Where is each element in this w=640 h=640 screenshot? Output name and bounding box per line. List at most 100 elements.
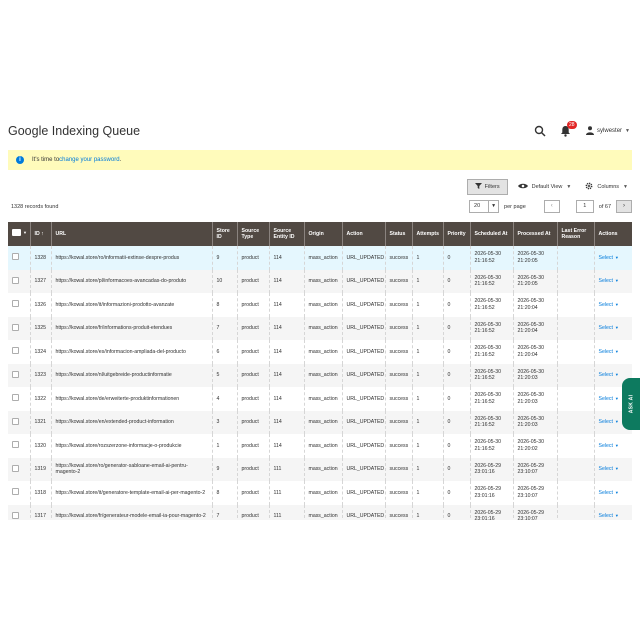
- cell-scheduled: 2026-05-29 23:01:16: [469, 457, 513, 481]
- cell-type: product: [236, 481, 269, 505]
- table-row[interactable]: 1326 https://kowal.store/it/informazioni-…: [8, 293, 632, 317]
- column-header[interactable]: Last Error Reason: [556, 222, 594, 246]
- cell-scheduled: 2026-05-30 21:16:52: [469, 246, 513, 270]
- cell-attempts: 1: [411, 410, 443, 434]
- table-row[interactable]: 1325 https://kowal.store/fr/informations-…: [8, 316, 632, 340]
- row-select-action[interactable]: Select ▼: [599, 513, 619, 519]
- cell-processed: 2026-05-30 21:20:05: [512, 269, 557, 293]
- table-row[interactable]: 1323 https://kowal.store/nl/uitgebreide-p…: [8, 363, 632, 387]
- ask-ai-button[interactable]: ASK AI: [622, 378, 640, 430]
- column-header[interactable]: Action: [341, 222, 385, 246]
- row-select-action[interactable]: Select ▼: [599, 302, 619, 308]
- cell-entity: 111: [268, 504, 304, 520]
- filters-button[interactable]: Filters: [466, 179, 508, 195]
- cell-actions: Select ▼: [593, 481, 632, 505]
- column-header[interactable]: Source Type: [236, 222, 269, 246]
- row-checkbox[interactable]: [12, 370, 19, 378]
- row-checkbox[interactable]: [12, 276, 19, 284]
- row-select-action[interactable]: Select ▼: [599, 396, 619, 402]
- column-header[interactable]: Source Entity ID: [268, 222, 304, 246]
- cell-url: https://kowal.store/ro/informatii-extins…: [50, 246, 212, 270]
- cell-type: product: [236, 293, 269, 317]
- row-checkbox[interactable]: [12, 323, 19, 331]
- table-row[interactable]: 1318 https://kowal.store/it/generatore-te…: [8, 481, 632, 505]
- row-select-action[interactable]: Select ▼: [599, 466, 619, 472]
- column-header[interactable]: Status: [384, 222, 412, 246]
- total-pages: of 67: [598, 203, 611, 210]
- cell-url: https://kowal.store/de/erweiterte-produk…: [50, 387, 212, 411]
- row-checkbox[interactable]: [12, 511, 19, 519]
- cell-id: 1325: [29, 316, 51, 340]
- column-header[interactable]: URL: [50, 222, 212, 246]
- grid-toolbar: Filters Default View ▼ Columns ▼: [466, 179, 632, 195]
- row-checkbox[interactable]: [12, 488, 19, 495]
- cell-error: [556, 316, 594, 340]
- table-row[interactable]: 1324 https://kowal.store/es/informacion-a…: [8, 340, 632, 364]
- bell-icon[interactable]: 28: [560, 121, 577, 138]
- cell-processed: 2026-05-30 21:20:03: [512, 387, 557, 411]
- view-label: Default View: [531, 184, 563, 190]
- table-row[interactable]: 1327 https://kowal.store/pl/informacoes-a…: [8, 269, 632, 293]
- table-row[interactable]: 1328 https://kowal.store/ro/informatii-ex…: [8, 246, 632, 270]
- row-checkbox-cell: [8, 363, 30, 387]
- row-select-action[interactable]: Select ▼: [599, 490, 619, 496]
- table-row[interactable]: 1317 https://kowal.store/fr/generateur-mo…: [8, 504, 632, 520]
- row-checkbox[interactable]: [12, 464, 19, 472]
- row-checkbox[interactable]: [12, 347, 19, 354]
- prev-page-button[interactable]: ‹: [543, 200, 560, 213]
- chevron-down-icon: ▼: [614, 325, 619, 330]
- row-checkbox[interactable]: [12, 417, 19, 425]
- cell-attempts: 1: [411, 434, 443, 458]
- columns-control[interactable]: Columns ▼: [581, 182, 632, 192]
- search-icon[interactable]: [534, 124, 548, 138]
- mass-select-header[interactable]: ▼: [8, 222, 30, 246]
- chevron-down-icon: ▼: [614, 301, 619, 307]
- row-checkbox[interactable]: [12, 253, 19, 260]
- view-switcher[interactable]: Default View ▼: [514, 183, 576, 191]
- select-label: Select: [598, 513, 613, 519]
- cell-status: success: [384, 293, 412, 317]
- cell-action: URL_UPDATED: [341, 387, 385, 411]
- column-header[interactable]: Processed At: [512, 222, 557, 246]
- chevron-down-icon: ▼: [614, 489, 619, 495]
- row-checkbox[interactable]: [12, 394, 19, 401]
- row-select-action[interactable]: Select ▼: [599, 278, 619, 284]
- column-header[interactable]: Store ID: [211, 222, 237, 246]
- row-select-action[interactable]: Select ▼: [599, 372, 619, 378]
- cell-action: URL_UPDATED: [341, 504, 385, 520]
- cell-attempts: 1: [411, 481, 443, 505]
- gear-icon: [585, 182, 593, 192]
- select-label: Select: [598, 325, 613, 331]
- row-select-action[interactable]: Select ▼: [599, 255, 619, 261]
- page-number-input[interactable]: 1: [575, 200, 594, 213]
- cell-scheduled: 2026-05-30 21:16:52: [469, 363, 513, 387]
- row-select-action[interactable]: Select ▼: [599, 325, 619, 331]
- column-header[interactable]: Origin: [303, 222, 342, 246]
- per-page-select[interactable]: 20 ▼: [469, 200, 500, 213]
- cell-action: URL_UPDATED: [341, 410, 385, 434]
- next-page-button[interactable]: ›: [616, 200, 632, 213]
- cell-id: 1327: [29, 269, 51, 293]
- table-row[interactable]: 1320 https://kowal.store/rozszerzone-info…: [8, 434, 632, 458]
- row-select-action[interactable]: Select ▼: [599, 419, 619, 425]
- chevron-down-icon: ▼: [614, 419, 619, 424]
- change-password-link[interactable]: change your password: [59, 157, 119, 163]
- column-header[interactable]: Attempts: [411, 222, 443, 246]
- column-header[interactable]: ID ↑: [29, 222, 51, 246]
- column-header[interactable]: Priority: [442, 222, 470, 246]
- user-menu[interactable]: sylwester ▼: [586, 125, 630, 137]
- chevron-down-icon: ▼: [614, 395, 619, 401]
- table-row[interactable]: 1321 https://kowal.store/en/extended-prod…: [8, 410, 632, 434]
- chevron-down-icon: ▼: [614, 348, 619, 354]
- column-header[interactable]: Scheduled At: [469, 222, 513, 246]
- table-row[interactable]: 1319 https://kowal.store/ro/generator-sab…: [8, 457, 632, 481]
- row-select-action[interactable]: Select ▼: [599, 443, 619, 449]
- cell-type: product: [236, 269, 269, 293]
- cell-id: 1323: [29, 363, 51, 387]
- table-row[interactable]: 1322 https://kowal.store/de/erweiterte-pr…: [8, 387, 632, 411]
- cell-entity: 114: [268, 434, 304, 458]
- row-checkbox[interactable]: [12, 300, 19, 307]
- row-select-action[interactable]: Select ▼: [599, 349, 619, 355]
- cell-attempts: 1: [411, 293, 443, 317]
- row-checkbox[interactable]: [12, 441, 19, 448]
